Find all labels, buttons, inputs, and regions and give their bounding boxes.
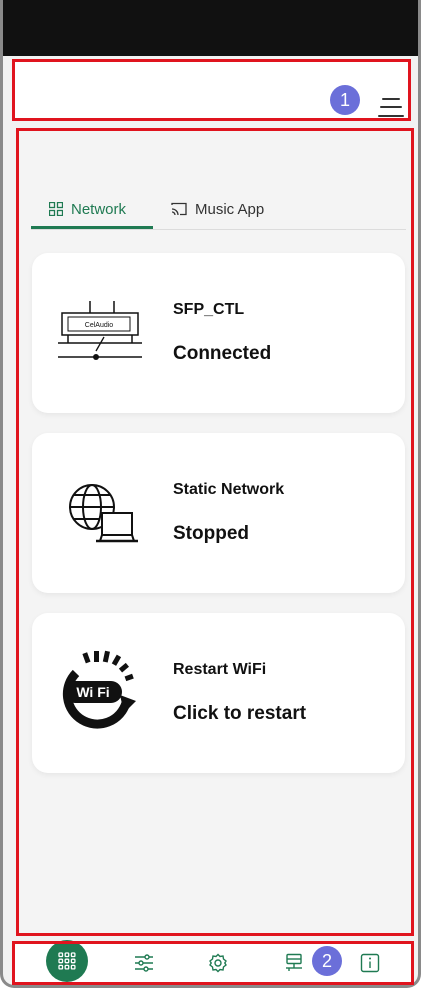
annotation-badge-2: 2 — [312, 946, 342, 976]
status-bar — [3, 0, 418, 56]
annotation-badge-1: 1 — [330, 85, 360, 115]
annotation-box-footer — [12, 941, 414, 985]
annotation-box-content — [16, 128, 414, 936]
